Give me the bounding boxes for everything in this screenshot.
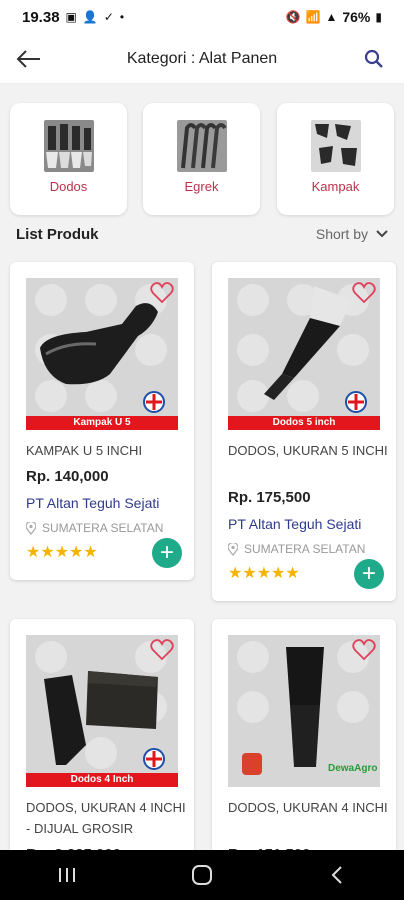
add-to-cart-button[interactable]: + <box>354 559 384 589</box>
heart-icon[interactable] <box>150 639 174 661</box>
product-price: Rp. 175,500 <box>228 489 311 506</box>
home-button[interactable] <box>182 860 222 890</box>
location-pin-icon <box>228 542 238 556</box>
recent-apps-icon <box>59 868 76 882</box>
dodos-thumbnail <box>44 120 94 172</box>
rating-stars: ★★★★★ <box>228 565 300 582</box>
battery-icon: ▮ <box>375 10 382 24</box>
list-header: List Produk Short by <box>16 222 388 246</box>
wifi-icon: 📶 <box>305 10 321 24</box>
battery-percent: 76% <box>342 9 371 25</box>
image-banner: Dodos 4 Inch <box>26 773 178 787</box>
download-icon: ✓ <box>103 10 114 24</box>
gallery-icon: ▣ <box>65 10 77 24</box>
product-name: DODOS, UKURAN 4 INCHI - DIJUAL GROSIR <box>26 800 186 836</box>
category-label: Kampak <box>311 179 360 194</box>
brand-logo-text: DewaAgro <box>328 763 378 774</box>
status-bar: 19.38 ▣ 👤 ✓ • 🔇 📶 ▲ 76% ▮ <box>0 0 404 34</box>
back-button[interactable] <box>317 860 357 890</box>
category-egrek[interactable]: Egrek <box>143 103 260 215</box>
system-nav-bar <box>0 850 404 900</box>
home-icon <box>191 865 212 885</box>
chevron-down-icon <box>376 230 388 238</box>
recent-apps-button[interactable] <box>47 860 87 890</box>
product-location: SUMATERA SELATAN <box>26 521 163 535</box>
kampak-thumbnail <box>311 120 361 172</box>
product-card[interactable]: Dodos 5 inch DODOS, UKURAN 5 INCHI Rp. 1… <box>212 262 396 601</box>
list-title: List Produk <box>16 225 99 243</box>
category-label: Dodos <box>49 179 88 194</box>
search-icon[interactable] <box>364 49 384 69</box>
product-card[interactable]: Kampak U 5 KAMPAK U 5 INCHI Rp. 140,000 … <box>10 262 194 580</box>
product-name: KAMPAK U 5 INCHI <box>26 443 143 458</box>
app-bar: Kategori : Alat Panen <box>0 34 404 84</box>
image-banner: Dodos 5 inch <box>228 416 380 430</box>
category-label: Egrek <box>184 179 219 194</box>
category-dodos[interactable]: Dodos <box>10 103 127 215</box>
heart-icon[interactable] <box>352 282 376 304</box>
location-text: SUMATERA SELATAN <box>42 521 164 535</box>
page-title: Kategori : Alat Panen <box>126 49 278 67</box>
add-to-cart-button[interactable]: + <box>152 538 182 568</box>
category-list: Dodos Egrek Kampak <box>10 103 394 215</box>
back-chevron-icon <box>331 866 342 884</box>
status-time: 19.38 <box>22 8 60 26</box>
product-name: DODOS, UKURAN 5 INCHI <box>228 443 388 458</box>
heart-icon[interactable] <box>352 639 376 661</box>
mute-icon: 🔇 <box>285 10 301 24</box>
product-seller[interactable]: PT Altan Teguh Sejati <box>26 495 159 511</box>
product-price: Rp. 140,000 <box>26 468 109 485</box>
product-card[interactable]: Dodos 4 Inch DODOS, UKURAN 4 INCHI - DIJ… <box>10 619 194 879</box>
product-name: DODOS, UKURAN 4 INCHI <box>228 800 388 815</box>
signal-icon: ▲ <box>325 10 338 24</box>
heart-icon[interactable] <box>150 282 174 304</box>
sort-by-dropdown[interactable]: Short by <box>316 226 388 242</box>
egrek-thumbnail <box>177 120 227 172</box>
product-location: SUMATERA SELATAN <box>228 542 365 556</box>
category-kampak[interactable]: Kampak <box>277 103 394 215</box>
rating-stars: ★★★★★ <box>26 544 98 561</box>
location-text: SUMATERA SELATAN <box>244 542 366 556</box>
dot-icon: • <box>119 10 125 24</box>
back-arrow-icon[interactable] <box>14 47 42 71</box>
image-banner: Kampak U 5 <box>26 416 178 430</box>
location-pin-icon <box>26 521 36 535</box>
product-seller[interactable]: PT Altan Teguh Sejati <box>228 516 361 532</box>
product-card[interactable]: DewaAgro DODOS, UKURAN 4 INCHI Rp. 151,5… <box>212 619 396 879</box>
sort-by-label: Short by <box>315 226 368 242</box>
person-icon: 👤 <box>82 10 98 24</box>
